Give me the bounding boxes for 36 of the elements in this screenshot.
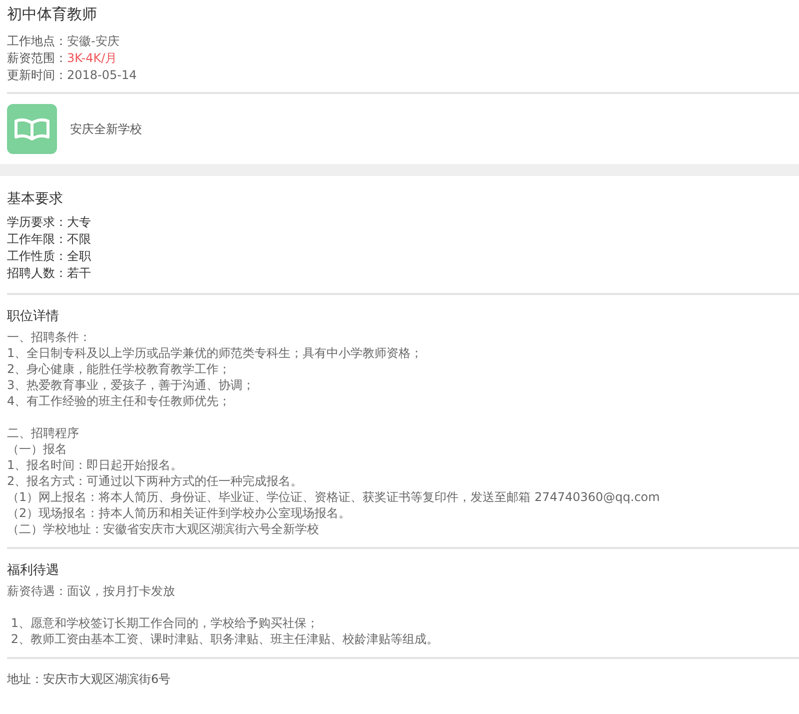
detail-line: 一、招聘条件： — [7, 329, 92, 345]
info-value: 安徽-安庆 — [67, 34, 120, 48]
address-text: 地址：安庆市大观区湖滨街6号 — [7, 672, 171, 686]
requirement-label: 工作性质： — [7, 249, 67, 263]
section-heading: 职位详情 — [7, 308, 60, 326]
requirement-label: 工作年限： — [7, 232, 67, 246]
book-logo-icon — [7, 104, 57, 154]
detail-line: 1、全日制专科及以上学历或品学兼优的师范类专科生；具有中小学教师资格； — [7, 345, 424, 361]
school-name[interactable]: 安庆全新学校 — [70, 120, 142, 138]
detail-line: （一）报名 — [7, 441, 68, 457]
section-heading: 福利待遇 — [7, 562, 60, 580]
info-label: 工作地点： — [7, 34, 67, 48]
requirement-value: 大专 — [67, 215, 91, 229]
detail-line: 3、热爱教育事业，爱孩子，善于沟通、协调； — [7, 377, 256, 393]
benefit-line: 2、教师工资由基本工资、课时津贴、职务津贴、班主任津贴、校龄津贴等组成。 — [10, 631, 440, 647]
info-value: 2018-05-14 — [67, 68, 137, 82]
detail-line: 4、有工作经验的班主任和专任教师优先； — [7, 393, 232, 409]
info-value: 3K-4K/月 — [67, 51, 118, 65]
detail-line: （二）学校地址：安徽省安庆市大观区湖滨街六号全新学校 — [7, 521, 320, 537]
benefit-line: 1、愿意和学校签订长期工作合同的，学校给予购买社保； — [10, 615, 320, 631]
detail-line: 二、招聘程序 — [7, 425, 80, 441]
requirement-value: 若干 — [67, 266, 91, 280]
job-title: 初中体育教师 — [7, 4, 98, 24]
requirement-label: 学历要求： — [7, 215, 67, 229]
info-label: 薪资范围： — [7, 51, 67, 65]
detail-line: （2）现场报名：持本人简历和相关证件到学校办公室现场报名。 — [7, 505, 352, 521]
benefit-line: 薪资待遇：面议，按月打卡发放 — [7, 583, 176, 599]
detail-line: （1）网上报名：将本人简历、身份证、毕业证、学位证、资格证、获奖证书等复印件，发送至邮箱 274740360@qq.com — [7, 489, 661, 505]
detail-line: 2、报名方式：可通过以下两种方式的任一种完成报名。 — [7, 473, 304, 489]
requirement-label: 招聘人数： — [7, 266, 67, 280]
detail-line: 1、报名时间：即日起开始报名。 — [7, 457, 184, 473]
requirement-value: 不限 — [67, 232, 91, 246]
info-label: 更新时间： — [7, 68, 67, 82]
section-heading: 基本要求 — [7, 190, 64, 209]
detail-line: 2、身心健康，能胜任学校教育教学工作； — [7, 361, 232, 377]
requirement-value: 全职 — [67, 249, 91, 263]
